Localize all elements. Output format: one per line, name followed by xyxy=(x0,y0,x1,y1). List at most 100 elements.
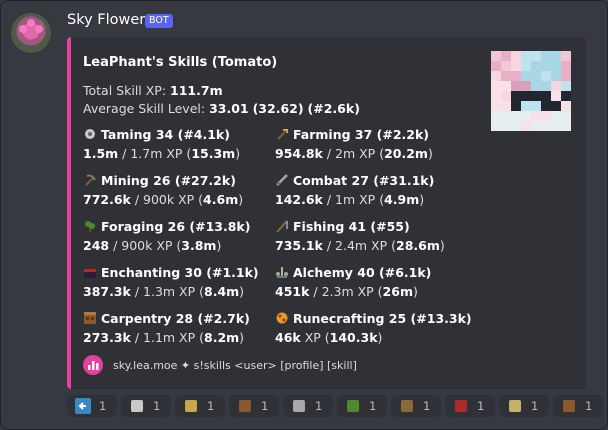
skill-required-xp: XP ( xyxy=(300,330,330,345)
back-arrow-icon xyxy=(75,398,91,414)
reaction-button[interactable]: 1 xyxy=(337,395,387,417)
enchanting-table-icon xyxy=(83,265,97,279)
reaction-bar: 11111111111 xyxy=(67,395,607,417)
magma-cream-icon xyxy=(275,311,289,325)
reaction-count: 1 xyxy=(99,399,107,413)
farming-hoe-icon xyxy=(183,398,199,414)
skill-current-xp: 46k xyxy=(275,330,301,345)
reaction-button[interactable]: 1 xyxy=(229,395,279,417)
embed-title: LeaPhant's Skills (Tomato) xyxy=(83,55,278,70)
total-xp-value: 111.7m xyxy=(170,83,223,98)
skill-runecrafting: Runecrafting 25 (#13.3k) 46k XP (140.3k) xyxy=(275,311,472,345)
bar-chart-icon xyxy=(83,355,103,375)
skill-name: Carpentry 28 (#2.7k) xyxy=(101,311,250,326)
skill-carpentry: Carpentry 28 (#2.7k) 273.3k / 1.1m XP (8… xyxy=(83,311,250,345)
skill-required-xp: / 2.3m XP ( xyxy=(309,284,383,299)
skill-total-xp: 15.3m xyxy=(191,146,236,161)
skill-name: Mining 26 (#27.2k) xyxy=(101,173,236,188)
reaction-count: 1 xyxy=(477,399,485,413)
sword-icon xyxy=(291,398,307,414)
skill-total-xp: 4.9m xyxy=(384,192,420,207)
skill-name: Foraging 26 (#13.8k) xyxy=(101,219,251,234)
pickaxe-icon xyxy=(237,398,253,414)
skill-required-xp: / 2m XP ( xyxy=(322,146,385,161)
skill-required-xp: / 900k XP ( xyxy=(130,192,204,207)
skill-name: Enchanting 30 (#1.1k) xyxy=(101,265,259,280)
skill-name: Taming 34 (#4.1k) xyxy=(101,127,230,142)
skill-required-xp: / 2.4m XP ( xyxy=(322,238,396,253)
reaction-count: 1 xyxy=(261,399,269,413)
skill-name: Farming 37 (#2.2k) xyxy=(293,127,430,142)
sapling-icon xyxy=(83,219,97,233)
avg-paren-value: (32.62) xyxy=(252,101,304,116)
avg-label: Average Skill Level: xyxy=(83,101,206,116)
skill-alchemy: Alchemy 40 (#6.1k) 451k / 2.3m XP (26m) xyxy=(275,265,432,299)
sword-icon xyxy=(275,173,289,187)
reaction-count: 1 xyxy=(207,399,215,413)
reaction-button[interactable]: 1 xyxy=(553,395,603,417)
skill-total-xp: 26m xyxy=(382,284,413,299)
fishing-rod-icon xyxy=(275,219,289,233)
enchanting-table-icon xyxy=(453,398,469,414)
reaction-button[interactable]: 1 xyxy=(445,395,495,417)
skill-farming: Farming 37 (#2.2k) 954.8k / 2m XP (20.2m… xyxy=(275,127,433,161)
reaction-button[interactable]: 1 xyxy=(283,395,333,417)
brewing-stand-icon xyxy=(507,398,523,414)
taming-icon xyxy=(83,127,97,141)
skill-current-xp: 1.5m xyxy=(83,146,119,161)
embed-footer: sky.lea.moe ✦ s!skills <user> [profile] … xyxy=(83,355,357,375)
total-skill-xp: Total Skill XP: 111.7m xyxy=(83,83,223,98)
skill-current-xp: 772.6k xyxy=(83,192,131,207)
reaction-button[interactable]: 1 xyxy=(175,395,225,417)
farming-hoe-icon xyxy=(275,127,289,141)
skill-taming: Taming 34 (#4.1k) 1.5m / 1.7m XP (15.3m) xyxy=(83,127,241,161)
skill-fishing: Fishing 41 (#55) 735.1k / 2.4m XP (28.6m… xyxy=(275,219,445,253)
reaction-button[interactable]: 1 xyxy=(67,395,117,417)
crafting-table-icon xyxy=(561,398,577,414)
skill-total-xp: 8.2m xyxy=(204,330,240,345)
reaction-count: 1 xyxy=(423,399,431,413)
footer-text: sky.lea.moe ✦ s!skills <user> [profile] … xyxy=(113,358,357,372)
skill-required-xp: / 1m XP ( xyxy=(322,192,385,207)
skill-current-xp: 954.8k xyxy=(275,146,323,161)
skills-embed: LeaPhant's Skills (Tomato) Total Skill X… xyxy=(67,37,586,389)
skill-total-xp: 4.6m xyxy=(203,192,239,207)
skill-foraging: Foraging 26 (#13.8k) 248 / 900k XP (3.8m… xyxy=(83,219,251,253)
skill-name: Fishing 41 (#55) xyxy=(293,219,410,234)
average-skill-level: Average Skill Level: 33.01 (32.62) (#2.6… xyxy=(83,101,360,116)
reaction-button[interactable]: 1 xyxy=(391,395,441,417)
skill-current-xp: 142.6k xyxy=(275,192,323,207)
avatar[interactable] xyxy=(11,13,51,53)
avg-rank: (#2.6k) xyxy=(307,101,360,116)
brewing-stand-icon xyxy=(275,265,289,279)
skill-current-xp: 273.3k xyxy=(83,330,131,345)
skill-required-xp: / 1.1m XP ( xyxy=(130,330,204,345)
crafting-table-icon xyxy=(83,311,97,325)
total-xp-label: Total Skill XP: xyxy=(83,83,167,98)
skill-current-xp: 451k xyxy=(275,284,310,299)
fishing-rod-icon xyxy=(399,398,415,414)
skill-current-xp: 248 xyxy=(83,238,110,253)
reaction-count: 1 xyxy=(585,399,593,413)
taming-icon xyxy=(129,398,145,414)
reaction-button[interactable]: 1 xyxy=(121,395,171,417)
pickaxe-icon xyxy=(83,173,97,187)
reaction-count: 1 xyxy=(315,399,323,413)
skill-required-xp: / 1.7m XP ( xyxy=(118,146,192,161)
avg-value: 33.01 xyxy=(209,101,249,116)
bot-badge: BOT xyxy=(145,14,173,28)
player-skin-thumbnail[interactable] xyxy=(491,51,571,131)
skill-name: Alchemy 40 (#6.1k) xyxy=(293,265,432,280)
skill-enchanting: Enchanting 30 (#1.1k) 387.3k / 1.3m XP (… xyxy=(83,265,259,299)
skill-total-xp: 140.3k xyxy=(329,330,378,345)
reaction-count: 1 xyxy=(531,399,539,413)
sapling-icon xyxy=(345,398,361,414)
skill-total-xp: 8.4m xyxy=(204,284,240,299)
skill-total-xp: 28.6m xyxy=(396,238,440,253)
skill-mining: Mining 26 (#27.2k) 772.6k / 900k XP (4.6… xyxy=(83,173,244,207)
reaction-button[interactable]: 1 xyxy=(499,395,549,417)
reaction-count: 1 xyxy=(369,399,377,413)
author-name[interactable]: Sky Flower xyxy=(67,12,145,28)
reaction-count: 1 xyxy=(153,399,161,413)
skill-required-xp: / 900k XP ( xyxy=(109,238,182,253)
